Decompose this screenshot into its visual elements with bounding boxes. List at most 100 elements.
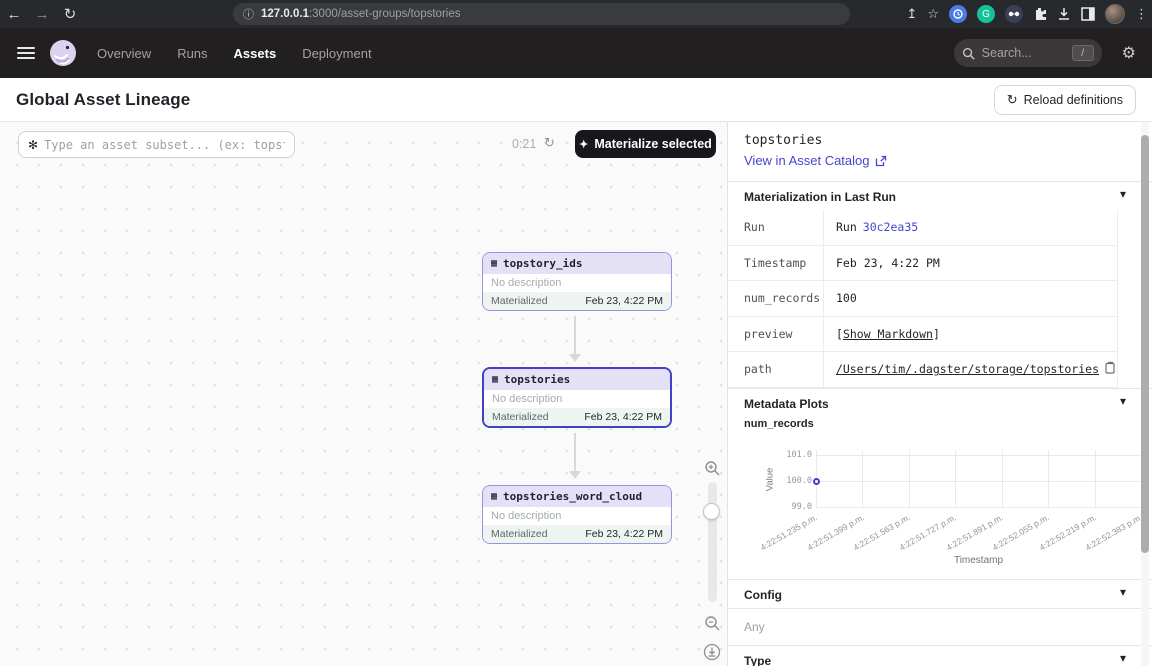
reload-icon: ↻: [1007, 92, 1018, 108]
browser-back-button[interactable]: ←: [0, 6, 28, 23]
run-id-link[interactable]: 30c2ea35: [863, 220, 918, 234]
site-info-icon[interactable]: ⓘ: [243, 6, 254, 22]
zoom-slider-handle[interactable]: [703, 503, 720, 520]
page-title: Global Asset Lineage: [16, 90, 190, 110]
asset-node-name: topstories_word_cloud: [503, 490, 642, 503]
asset-node-status: Materialized: [491, 295, 548, 307]
asset-node-topstories-word-cloud[interactable]: ▦ topstories_word_cloud No description M…: [482, 485, 672, 544]
browser-forward-button[interactable]: →: [28, 6, 56, 23]
downloads-icon[interactable]: [1057, 7, 1071, 21]
zoom-in-icon[interactable]: [704, 460, 721, 477]
path-link[interactable]: /Users/tim/.dagster/storage/topstories: [836, 362, 1099, 376]
zoom-out-icon[interactable]: [704, 615, 721, 632]
edge-arrowhead: [569, 471, 581, 479]
grid-vline: [1048, 451, 1049, 508]
grid-vline: [955, 451, 956, 508]
address-bar[interactable]: ⓘ 127.0.0.1:3000/asset-groups/topstories: [233, 3, 850, 25]
section-metadata-plots[interactable]: Metadata Plots ▾: [728, 388, 1152, 417]
section-title: Metadata Plots: [744, 397, 829, 411]
asset-node-status: Materialized: [491, 528, 548, 540]
hamburger-menu-icon[interactable]: [17, 44, 35, 62]
glasses-extension-icon[interactable]: [1005, 5, 1023, 23]
edge-arrowhead: [569, 354, 581, 362]
search-shortcut-badge: /: [1072, 45, 1094, 61]
browser-menu-kebab-icon[interactable]: ⋮: [1135, 6, 1148, 22]
settings-gear-icon[interactable]: ⚙: [1122, 43, 1136, 63]
collapse-caret-icon[interactable]: ▾: [1120, 394, 1126, 408]
view-in-asset-catalog-link[interactable]: View in Asset Catalog: [744, 153, 887, 168]
collapse-caret-icon[interactable]: ▾: [1120, 651, 1126, 665]
asset-graph-canvas[interactable]: ✻ 0:21 ↻ ✦ Materialize selected ▦ topsto…: [0, 122, 727, 666]
row-key: path: [728, 352, 824, 387]
nav-item-deployment[interactable]: Deployment: [302, 46, 371, 61]
search-input[interactable]: [982, 46, 1072, 60]
materialize-selected-button[interactable]: ✦ Materialize selected: [575, 130, 716, 158]
reload-definitions-button[interactable]: ↻ Reload definitions: [994, 85, 1136, 115]
sparkle-icon: ✦: [579, 138, 588, 151]
search-icon: [962, 47, 975, 60]
edge-line: [574, 316, 576, 354]
panel-scrollbar-thumb[interactable]: [1141, 135, 1149, 553]
bookmark-star-icon[interactable]: ☆: [927, 6, 939, 22]
grid-hline: [816, 507, 1141, 508]
y-tick-label: 100.0: [768, 476, 812, 486]
table-row-run: Run Run 30c2ea35: [728, 210, 1118, 246]
bracket-close: ]: [933, 327, 940, 341]
section-title: Type: [744, 654, 771, 666]
section-type[interactable]: Type ▾: [728, 645, 1152, 666]
copy-icon[interactable]: [1105, 361, 1117, 374]
asset-filter-input[interactable]: [44, 138, 285, 152]
asset-node-topstory-ids[interactable]: ▦ topstory_ids No description Materializ…: [482, 252, 672, 311]
zoom-slider-track[interactable]: [708, 482, 717, 602]
app-nav-bar: Overview Runs Assets Deployment / ⚙: [0, 28, 1152, 78]
nav-item-assets[interactable]: Assets: [234, 46, 277, 61]
x-axis-title: Timestamp: [816, 555, 1141, 566]
fit-view-icon[interactable]: [703, 643, 721, 661]
grid-vline: [1002, 451, 1003, 508]
extensions-puzzle-icon[interactable]: [1033, 7, 1047, 21]
y-tick-label: 99.0: [768, 502, 812, 512]
panel-asset-title: topstories: [744, 133, 822, 148]
show-markdown-link[interactable]: Show Markdown: [843, 327, 933, 341]
graph-refresh-icon[interactable]: ↻: [544, 135, 555, 151]
side-panel-icon[interactable]: [1081, 7, 1095, 21]
asset-node-timestamp: Feb 23, 4:22 PM: [585, 295, 663, 307]
dagster-logo[interactable]: [49, 39, 77, 67]
main-content: ✻ 0:21 ↻ ✦ Materialize selected ▦ topsto…: [0, 122, 1152, 666]
collapse-caret-icon[interactable]: ▾: [1120, 187, 1126, 201]
asset-node-timestamp: Feb 23, 4:22 PM: [585, 528, 663, 540]
page-header: Global Asset Lineage ↻ Reload definition…: [0, 78, 1152, 122]
asset-node-name: topstory_ids: [503, 257, 582, 270]
browser-chrome: ← → ↻ ⓘ 127.0.0.1:3000/asset-groups/tops…: [0, 0, 1152, 28]
section-title: Config: [744, 588, 782, 602]
collapse-caret-icon[interactable]: ▾: [1120, 585, 1126, 599]
global-search[interactable]: /: [954, 39, 1102, 67]
table-icon: ▦: [491, 491, 497, 502]
data-point[interactable]: [813, 478, 820, 485]
nav-item-runs[interactable]: Runs: [177, 46, 207, 61]
timestamp-value: Feb 23, 4:22 PM: [824, 246, 1118, 281]
grid-hline: [816, 481, 1141, 482]
asset-detail-panel: topstories View in Asset Catalog Materia…: [727, 122, 1152, 666]
section-materialization[interactable]: Materialization in Last Run ▾: [728, 181, 1152, 210]
table-row-num-records: num_records 100: [728, 281, 1118, 317]
browser-reload-button[interactable]: ↻: [56, 5, 84, 23]
share-icon[interactable]: ↥: [906, 6, 917, 22]
grid-hline: [816, 455, 1141, 456]
asset-node-description: No description: [483, 274, 671, 292]
table-row-path: path /Users/tim/.dagster/storage/topstor…: [728, 352, 1118, 388]
materialization-table: Run Run 30c2ea35 Timestamp Feb 23, 4:22 …: [728, 210, 1118, 388]
table-icon: ▦: [492, 374, 498, 385]
grammarly-extension-icon[interactable]: G: [977, 5, 995, 23]
asset-node-footer: Materialized Feb 23, 4:22 PM: [484, 408, 670, 426]
asset-node-header: ▦ topstories: [484, 369, 670, 390]
asset-filter-box[interactable]: ✻: [18, 131, 295, 158]
profile-avatar[interactable]: [1105, 4, 1125, 24]
reload-definitions-label: Reload definitions: [1024, 93, 1123, 107]
asset-node-topstories[interactable]: ▦ topstories No description Materialized…: [482, 367, 672, 428]
extension-icon-blue[interactable]: [949, 5, 967, 23]
filter-icon: ✻: [28, 138, 38, 152]
section-config[interactable]: Config ▾: [728, 579, 1152, 609]
nav-item-overview[interactable]: Overview: [97, 46, 151, 61]
asset-node-footer: Materialized Feb 23, 4:22 PM: [483, 292, 671, 310]
